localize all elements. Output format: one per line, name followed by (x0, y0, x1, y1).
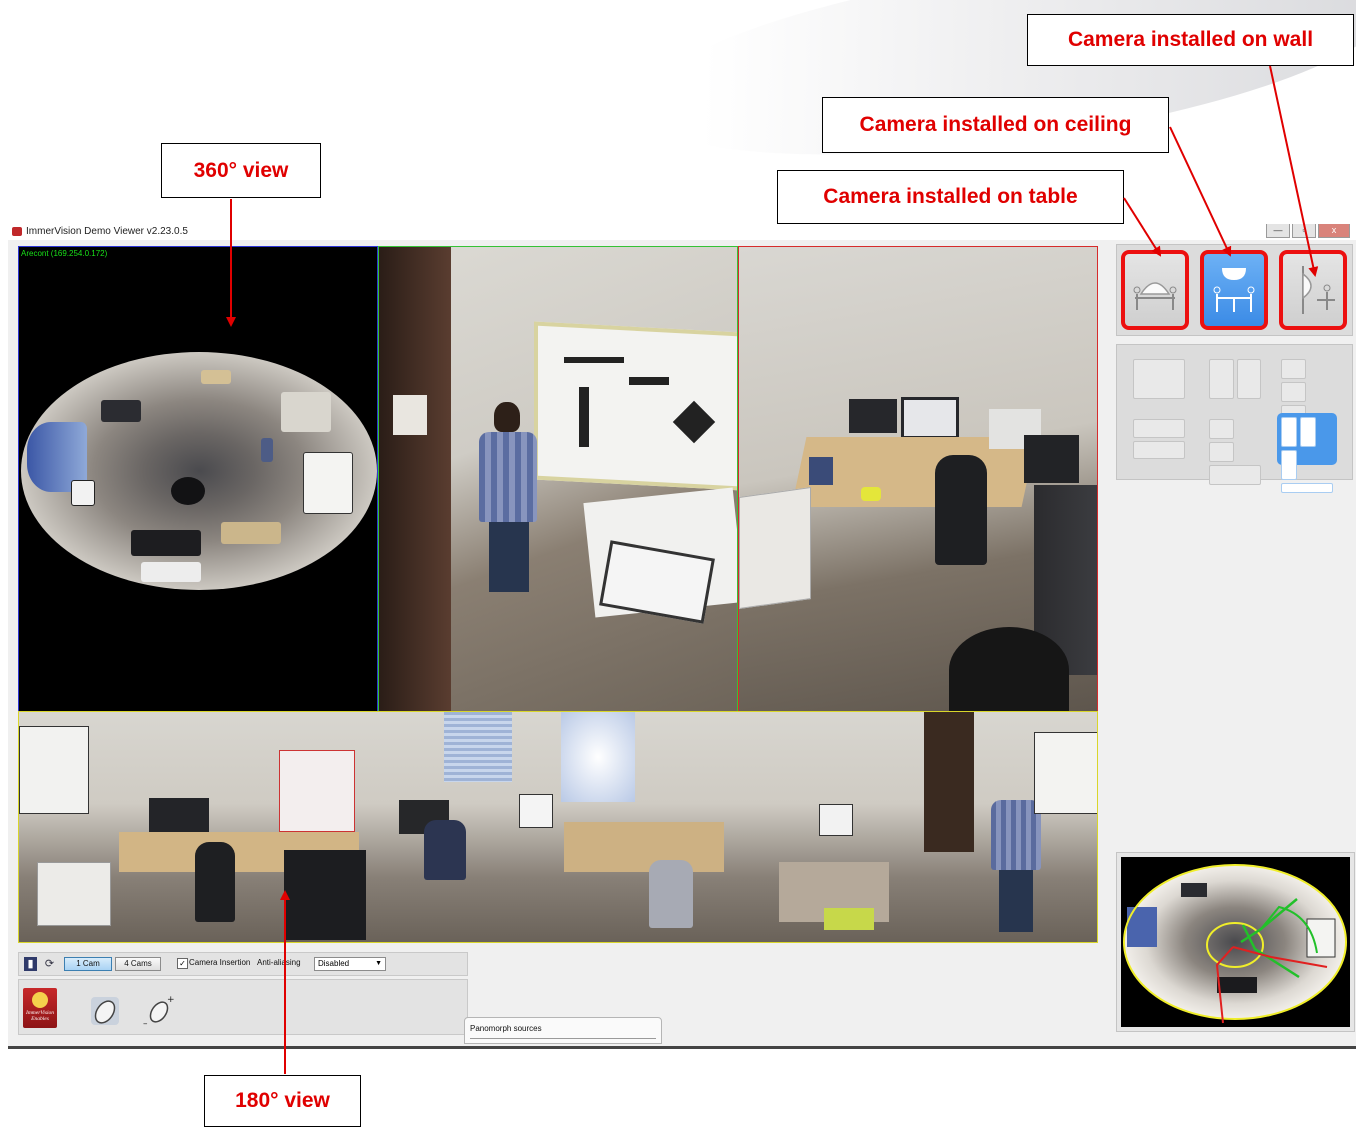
four-cams-button[interactable]: 4 Cams (115, 957, 161, 971)
anti-aliasing-select[interactable]: Disabled ▼ (314, 957, 386, 971)
tool-panel: ImmerVision Enables + – (18, 979, 468, 1035)
wall-perspective-view[interactable] (738, 246, 1098, 712)
panomorph-sources-title: Panomorph sources (470, 1024, 542, 1033)
rotate-icon[interactable]: ⟳ (43, 957, 56, 971)
window-controls: — ▫ x (1266, 224, 1350, 238)
callout-table: Camera installed on table (777, 170, 1124, 224)
mouse-zoom-icon[interactable]: + – (141, 994, 177, 1028)
one-cam-button[interactable]: 1 Cam (64, 957, 112, 971)
mount-ceiling-button[interactable] (1200, 250, 1268, 330)
mount-mode-panel (1116, 244, 1353, 336)
callout-wall: Camera installed on wall (1027, 14, 1354, 66)
camera-insertion-checkbox[interactable]: ✓ (177, 958, 188, 969)
callout-360-view: 360° view (161, 143, 321, 198)
window-title: ImmerVision Demo Viewer v2.23.0.5 (26, 226, 188, 237)
layout-two-columns-button[interactable] (1205, 355, 1265, 403)
bottom-toolbar: ▮ ⟳ 1 Cam 4 Cams ✓ Camera Insertion Anti… (18, 952, 468, 976)
layout-three-plus-panorama-button[interactable] (1277, 413, 1337, 493)
anti-aliasing-label: Anti-aliasing (257, 958, 301, 967)
minimap-image (1121, 857, 1350, 1027)
fisheye-image (21, 352, 377, 590)
anti-aliasing-value: Disabled (318, 959, 350, 968)
panorama-180-view[interactable] (18, 711, 1098, 943)
minimize-button[interactable]: — (1266, 224, 1290, 238)
app-window: ImmerVision Demo Viewer v2.23.0.5 — ▫ x … (8, 224, 1356, 1049)
svg-text:–: – (143, 1019, 148, 1028)
close-button[interactable]: x (1318, 224, 1350, 238)
camera-source-label: Arecont (169.254.0.172) (21, 249, 108, 258)
svg-text:+: + (167, 995, 175, 1005)
callout-180-view: 180° view (204, 1075, 361, 1127)
ceiling-mount-icon (1213, 268, 1255, 312)
app-icon (12, 227, 22, 236)
logo-text: ImmerVision Enables (25, 1010, 54, 1022)
camera-settings-icon[interactable]: ▮ (24, 957, 37, 971)
ceiling-perspective-view[interactable] (378, 246, 738, 712)
mouse-pan-icon[interactable] (87, 994, 123, 1028)
mount-wall-button[interactable] (1279, 250, 1347, 330)
fisheye-360-view[interactable]: Arecont (169.254.0.172) (18, 246, 378, 712)
layout-quad-button[interactable] (1277, 355, 1337, 448)
layout-split-panorama-button[interactable] (1205, 415, 1265, 485)
immervision-logo: ImmerVision Enables (23, 988, 57, 1028)
layout-two-panorama-button[interactable] (1129, 415, 1189, 463)
layout-panel (1116, 344, 1353, 493)
fisheye-minimap[interactable] (1116, 852, 1355, 1032)
wall-mount-icon (1302, 266, 1335, 314)
chevron-down-icon: ▼ (375, 960, 382, 967)
table-mount-icon (1133, 282, 1177, 310)
maximize-button[interactable]: ▫ (1292, 224, 1316, 238)
camera-insertion-label: Camera Insertion (189, 958, 251, 967)
title-bar: ImmerVision Demo Viewer v2.23.0.5 — ▫ x (8, 224, 1356, 240)
panomorph-sources-panel[interactable]: Panomorph sources (464, 1017, 662, 1044)
layout-single-button[interactable] (1129, 355, 1189, 403)
callout-ceiling: Camera installed on ceiling (822, 97, 1169, 153)
mount-table-button[interactable] (1121, 250, 1189, 330)
